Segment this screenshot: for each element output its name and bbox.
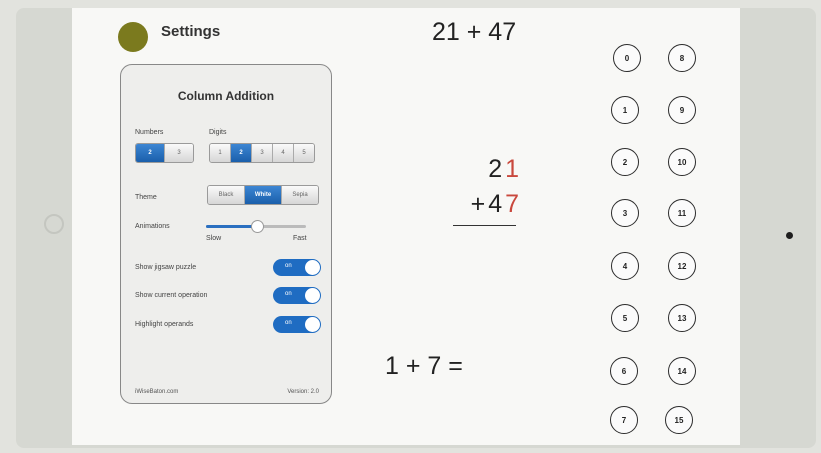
toggle-highlight-operands[interactable]: on bbox=[273, 316, 321, 333]
theme-label: Theme bbox=[135, 194, 157, 201]
answer-button-14[interactable]: 14 bbox=[668, 357, 696, 385]
numbers-segmented-control: 2 3 bbox=[135, 143, 194, 163]
toggle-state-text: on bbox=[285, 291, 292, 297]
animations-slider-fill bbox=[206, 225, 256, 228]
toggle-knob bbox=[305, 288, 320, 303]
answer-button-12[interactable]: 12 bbox=[668, 252, 696, 280]
version-label: Version: 2.0 bbox=[287, 389, 319, 395]
row1-ones-digit: 1 bbox=[505, 155, 522, 183]
column-row-1: 21 bbox=[452, 155, 522, 184]
theme-segmented-control: Black White Sepia bbox=[207, 185, 319, 205]
animations-slider[interactable] bbox=[206, 220, 306, 233]
answer-button-3[interactable]: 3 bbox=[611, 199, 639, 227]
animations-slider-knob[interactable] bbox=[251, 220, 264, 233]
settings-icon[interactable] bbox=[118, 22, 148, 52]
digits-option-4[interactable]: 4 bbox=[273, 144, 294, 162]
panel-title: Column Addition bbox=[177, 89, 275, 103]
toggle-label-highlight: Highlight operands bbox=[135, 321, 194, 328]
toggle-state-text: on bbox=[285, 263, 292, 269]
toggle-show-jigsaw[interactable]: on bbox=[273, 259, 321, 276]
row2-ones-digit: 7 bbox=[505, 190, 522, 218]
sum-line bbox=[453, 225, 516, 226]
toggle-label-jigsaw: Show jigsaw puzzle bbox=[135, 264, 197, 271]
answer-button-9[interactable]: 9 bbox=[668, 96, 696, 124]
toggle-state-text: on bbox=[285, 320, 292, 326]
theme-option-white[interactable]: White bbox=[245, 186, 282, 204]
theme-option-black[interactable]: Black bbox=[208, 186, 245, 204]
column-row-2: +47 bbox=[452, 190, 522, 219]
answer-button-6[interactable]: 6 bbox=[610, 357, 638, 385]
row2-tens-digit: 4 bbox=[488, 190, 506, 218]
digits-option-2[interactable]: 2 bbox=[231, 144, 252, 162]
theme-option-sepia[interactable]: Sepia bbox=[282, 186, 318, 204]
answer-button-2[interactable]: 2 bbox=[611, 148, 639, 176]
animations-min-label: Slow bbox=[206, 235, 222, 242]
answer-button-15[interactable]: 15 bbox=[665, 406, 693, 434]
numbers-label: Numbers bbox=[135, 129, 164, 136]
settings-button[interactable]: Settings bbox=[161, 23, 220, 40]
answer-button-4[interactable]: 4 bbox=[611, 252, 639, 280]
toggle-knob bbox=[305, 260, 320, 275]
row1-tens-digit: 2 bbox=[488, 155, 506, 183]
digits-label: Digits bbox=[209, 129, 227, 136]
answer-button-0[interactable]: 0 bbox=[613, 44, 641, 72]
website-link[interactable]: iWiseBaton.com bbox=[135, 389, 178, 395]
digits-option-3[interactable]: 3 bbox=[252, 144, 273, 162]
toggle-knob bbox=[305, 317, 320, 332]
animations-max-label: Fast bbox=[293, 235, 307, 242]
plus-sign: + bbox=[470, 190, 489, 218]
answer-button-8[interactable]: 8 bbox=[668, 44, 696, 72]
toggle-show-current-operation[interactable]: on bbox=[273, 287, 321, 304]
answer-button-13[interactable]: 13 bbox=[668, 304, 696, 332]
digits-option-5[interactable]: 5 bbox=[294, 144, 314, 162]
current-operation: 1 + 7 = bbox=[385, 352, 463, 380]
toggle-label-current-operation: Show current operation bbox=[135, 292, 208, 299]
camera-dot bbox=[786, 232, 793, 239]
app-screen: Settings Column Addition Numbers 2 3 Dig… bbox=[72, 8, 740, 445]
answer-button-11[interactable]: 11 bbox=[668, 199, 696, 227]
home-button[interactable] bbox=[44, 214, 64, 234]
answer-button-10[interactable]: 10 bbox=[668, 148, 696, 176]
answer-button-1[interactable]: 1 bbox=[611, 96, 639, 124]
problem-title: 21 + 47 bbox=[432, 18, 517, 46]
answer-button-5[interactable]: 5 bbox=[611, 304, 639, 332]
numbers-option-3[interactable]: 3 bbox=[165, 144, 193, 162]
digits-segmented-control: 1 2 3 4 5 bbox=[209, 143, 315, 163]
settings-panel: Column Addition Numbers 2 3 Digits 1 2 3… bbox=[120, 64, 332, 404]
answer-button-7[interactable]: 7 bbox=[610, 406, 638, 434]
animations-label: Animations bbox=[135, 223, 170, 230]
digits-option-1[interactable]: 1 bbox=[210, 144, 231, 162]
numbers-option-2[interactable]: 2 bbox=[136, 144, 165, 162]
